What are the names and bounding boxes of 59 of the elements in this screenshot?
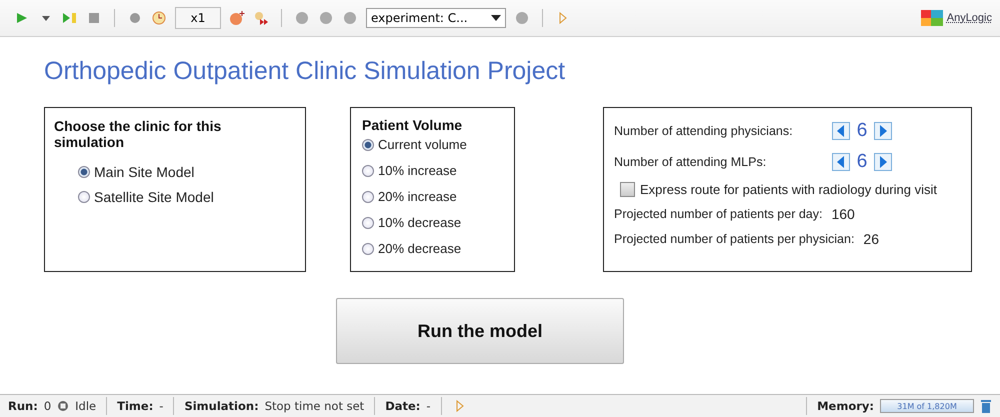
- radio-icon[interactable]: [362, 242, 374, 254]
- radio-option[interactable]: 20% increase: [362, 189, 503, 204]
- radio-icon[interactable]: [362, 190, 374, 202]
- radio-icon[interactable]: [78, 191, 90, 203]
- page-title: Orthopedic Outpatient Clinic Simulation Project: [44, 57, 566, 86]
- speed-field[interactable]: x1: [175, 7, 221, 29]
- decrement-button[interactable]: [832, 153, 850, 171]
- radio-option[interactable]: 10% decrease: [362, 215, 503, 230]
- time-value: -: [159, 399, 164, 413]
- radio-icon[interactable]: [362, 138, 374, 150]
- status-icon: [57, 400, 70, 412]
- right-arrow-icon[interactable]: [879, 125, 887, 137]
- time-label: Time:: [117, 399, 154, 413]
- simulation-label: Simulation:: [184, 399, 259, 413]
- checkbox-label[interactable]: Express route for patients with radiology during visit: [640, 182, 937, 197]
- radio-icon[interactable]: [362, 216, 374, 228]
- radio-icon[interactable]: [362, 164, 374, 176]
- output-value: 26: [863, 231, 879, 247]
- run-state: Idle: [75, 399, 96, 413]
- run-value: 0: [44, 399, 52, 413]
- brand-link[interactable]: AnyLogic: [920, 10, 992, 26]
- decrement-button[interactable]: [832, 122, 850, 140]
- fast-forward-icon[interactable]: [253, 10, 269, 26]
- caret-icon[interactable]: [491, 14, 501, 22]
- date-label: Date:: [385, 399, 420, 413]
- checkbox[interactable]: [620, 182, 635, 197]
- radio-option[interactable]: Current volume: [362, 137, 503, 152]
- run-label: Run:: [8, 399, 38, 413]
- panel-heading: Patient Volume: [362, 117, 464, 133]
- right-arrow-icon[interactable]: [879, 156, 887, 168]
- trash-icon[interactable]: [980, 399, 992, 413]
- step-icon[interactable]: [62, 10, 78, 26]
- panel-heading: Choose the clinic for this simulation: [54, 118, 222, 150]
- date-value: -: [426, 399, 431, 413]
- increment-button[interactable]: [874, 122, 892, 140]
- radio-option[interactable]: Satellite Site Model: [78, 189, 296, 205]
- radio-option[interactable]: Main Site Model: [78, 164, 296, 180]
- spinner-label: Number of attending physicians:: [614, 124, 794, 138]
- clock-plus-icon[interactable]: [229, 10, 245, 26]
- output-value: 160: [831, 206, 855, 222]
- left-arrow-icon[interactable]: [837, 125, 845, 137]
- output-label: Projected number of patients per physician:: [614, 232, 854, 246]
- simulation-value: Stop time not set: [264, 399, 364, 413]
- left-arrow-icon[interactable]: [837, 156, 845, 168]
- increment-button[interactable]: [874, 153, 892, 171]
- radio-option[interactable]: 10% increase: [362, 163, 503, 178]
- spinner-value: 6: [856, 151, 868, 173]
- puzzle-logo-icon: [920, 10, 943, 26]
- experiment-dropdown[interactable]: experiment: C...: [366, 8, 506, 28]
- stop-icon[interactable]: [86, 10, 102, 26]
- spinner-label: Number of attending MLPs:: [614, 155, 768, 169]
- output-label: Projected number of patients per day:: [614, 207, 822, 221]
- memory-label: Memory:: [817, 399, 874, 413]
- spinner-value: 6: [856, 120, 868, 142]
- run-button[interactable]: Run the model: [336, 298, 624, 364]
- clock-icon[interactable]: [151, 10, 167, 26]
- memory-meter: 31M of 1,820M: [880, 399, 974, 413]
- radio-icon[interactable]: [78, 166, 90, 178]
- radio-option[interactable]: 20% decrease: [362, 241, 503, 256]
